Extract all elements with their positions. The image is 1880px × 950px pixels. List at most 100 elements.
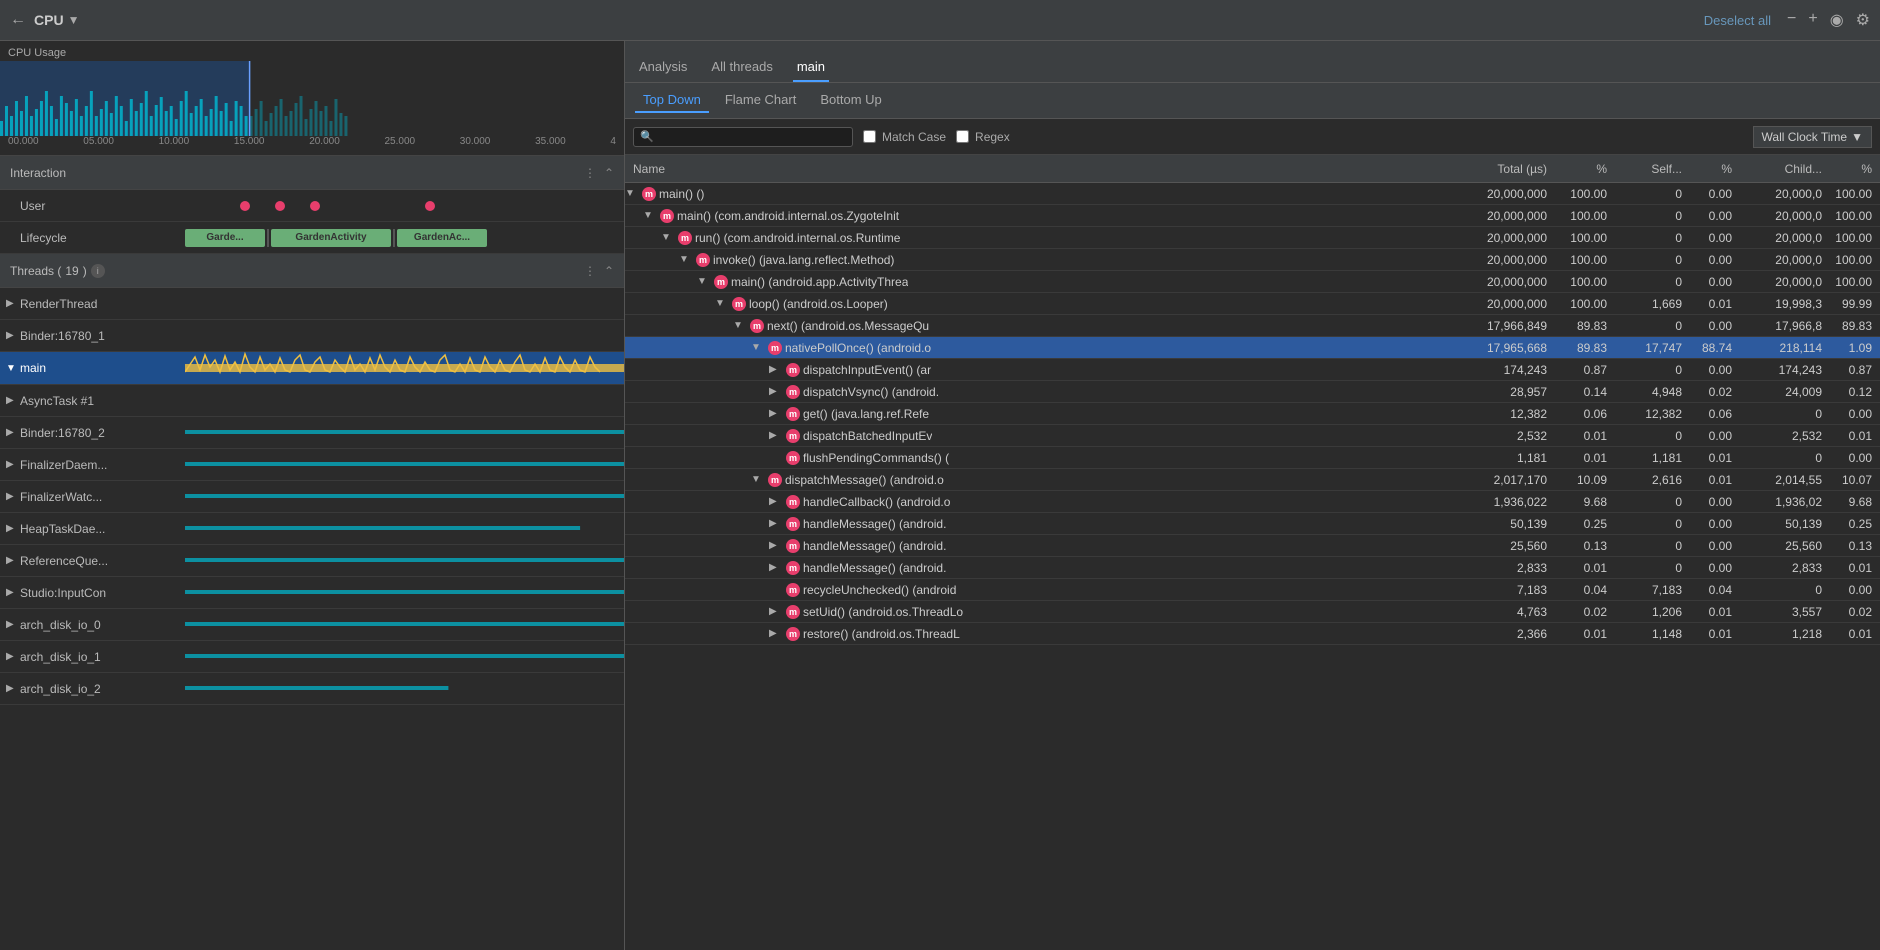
match-case-checkbox[interactable]	[863, 130, 876, 143]
method-icon-20: m	[786, 627, 800, 641]
tree-row-10[interactable]: ▶ m get() (java.lang.ref.Refe 12,382 0.0…	[625, 403, 1880, 425]
tree-row-12[interactable]: m flushPendingCommands() ( 1,181 0.01 1,…	[625, 447, 1880, 469]
thread-item-binder2[interactable]: ▶ Binder:16780_2	[0, 417, 624, 449]
thread-asynctask-expand[interactable]: ▶	[0, 395, 20, 406]
tree-row-20[interactable]: ▶ m restore() (android.os.ThreadL 2,366 …	[625, 623, 1880, 645]
plus-icon[interactable]: +	[1808, 10, 1817, 30]
row-expand-btn-5[interactable]: ▼	[715, 298, 729, 309]
minus-icon[interactable]: −	[1787, 10, 1796, 30]
row-total-8: 174,243	[1455, 363, 1555, 377]
thread-archdisk2-expand[interactable]: ▶	[0, 683, 20, 694]
row-expand-btn-11[interactable]: ▶	[769, 430, 783, 441]
tree-row-7[interactable]: ▼ m nativePollOnce() (android.o 17,965,6…	[625, 337, 1880, 359]
interaction-collapse-icon[interactable]: ⌃	[604, 166, 614, 180]
tab-analysis[interactable]: Analysis	[635, 53, 691, 82]
subtab-flame-chart[interactable]: Flame Chart	[717, 88, 805, 113]
thread-main-expand[interactable]: ▼	[0, 363, 20, 374]
tree-row-4[interactable]: ▼ m main() (android.app.ActivityThrea 20…	[625, 271, 1880, 293]
row-expand-btn-19[interactable]: ▶	[769, 606, 783, 617]
subtab-top-down[interactable]: Top Down	[635, 88, 709, 113]
search-input-wrap[interactable]: 🔍	[633, 127, 853, 147]
row-expand-btn-2[interactable]: ▼	[661, 232, 675, 243]
row-expand-btn-3[interactable]: ▼	[679, 254, 693, 265]
tree-row-1[interactable]: ▼ m main() (com.android.internal.os.Zygo…	[625, 205, 1880, 227]
row-expand-btn-6[interactable]: ▼	[733, 320, 747, 331]
tree-row-0[interactable]: ▼ m main() () 20,000,000 100.00 0 0.00 2…	[625, 183, 1880, 205]
tree-row-17[interactable]: ▶ m handleMessage() (android. 2,833 0.01…	[625, 557, 1880, 579]
subtab-bottom-up[interactable]: Bottom Up	[812, 88, 889, 113]
tree-row-13[interactable]: ▼ m dispatchMessage() (android.o 2,017,1…	[625, 469, 1880, 491]
row-expand-btn-15[interactable]: ▶	[769, 518, 783, 529]
row-expand-btn-18[interactable]	[769, 584, 783, 595]
back-button[interactable]: ←	[10, 11, 26, 29]
row-expand-btn-14[interactable]: ▶	[769, 496, 783, 507]
thread-binder1-expand[interactable]: ▶	[0, 330, 20, 341]
tree-row-3[interactable]: ▼ m invoke() (java.lang.reflect.Method) …	[625, 249, 1880, 271]
row-expand-btn-10[interactable]: ▶	[769, 408, 783, 419]
method-icon-9: m	[786, 385, 800, 399]
row-expand-btn-4[interactable]: ▼	[697, 276, 711, 287]
tree-row-2[interactable]: ▼ m run() (com.android.internal.os.Runti…	[625, 227, 1880, 249]
row-expand-btn-9[interactable]: ▶	[769, 386, 783, 397]
thread-item-renderthread[interactable]: ▶ RenderThread	[0, 288, 624, 320]
thread-item-archdisk2[interactable]: ▶ arch_disk_io_2	[0, 673, 624, 705]
thread-item-referenceque[interactable]: ▶ ReferenceQue...	[0, 545, 624, 577]
interaction-menu-icon[interactable]: ⋮	[584, 166, 596, 180]
thread-item-binder1[interactable]: ▶ Binder:16780_1	[0, 320, 624, 352]
threads-menu-icon[interactable]: ⋮	[584, 264, 596, 278]
row-expand-btn-7[interactable]: ▼	[751, 342, 765, 353]
search-input[interactable]	[654, 130, 834, 144]
tree-row-15[interactable]: ▶ m handleMessage() (android. 50,139 0.2…	[625, 513, 1880, 535]
thread-item-studioinputcon[interactable]: ▶ Studio:InputCon	[0, 577, 624, 609]
row-expand-btn-12[interactable]	[769, 452, 783, 463]
row-pct-19: 0.02	[1555, 605, 1615, 619]
thread-item-heaptaskdae[interactable]: ▶ HeapTaskDae...	[0, 513, 624, 545]
regex-checkbox[interactable]	[956, 130, 969, 143]
cpu-dropdown-arrow[interactable]: ▼	[68, 13, 80, 27]
thread-archdisk1-expand[interactable]: ▶	[0, 651, 20, 662]
thread-referenceque-expand[interactable]: ▶	[0, 555, 20, 566]
tab-all-threads[interactable]: All threads	[707, 53, 776, 82]
cpu-label: CPU	[34, 12, 64, 28]
toolbar-icons: − + ◉ ⚙	[1787, 10, 1870, 30]
thread-item-main[interactable]: ▼ main	[0, 352, 624, 385]
settings-icon[interactable]: ⚙	[1856, 10, 1870, 30]
tree-row-8[interactable]: ▶ m dispatchInputEvent() (ar 174,243 0.8…	[625, 359, 1880, 381]
tree-row-14[interactable]: ▶ m handleCallback() (android.o 1,936,02…	[625, 491, 1880, 513]
row-pct-20: 0.01	[1555, 627, 1615, 641]
method-icon-16: m	[786, 539, 800, 553]
thread-item-asynctask[interactable]: ▶ AsyncTask #1	[0, 385, 624, 417]
thread-item-archdisk1[interactable]: ▶ arch_disk_io_1	[0, 641, 624, 673]
tab-main[interactable]: main	[793, 53, 829, 82]
row-expand-btn-8[interactable]: ▶	[769, 364, 783, 375]
tree-row-19[interactable]: ▶ m setUid() (android.os.ThreadLo 4,763 …	[625, 601, 1880, 623]
row-child-16: 25,560	[1740, 539, 1830, 553]
thread-finalizerwatc-expand[interactable]: ▶	[0, 491, 20, 502]
row-expand-btn-13[interactable]: ▼	[751, 474, 765, 485]
threads-label: Threads (	[10, 264, 61, 278]
tree-row-11[interactable]: ▶ m dispatchBatchedInputEv 2,532 0.01 0 …	[625, 425, 1880, 447]
row-expand-btn-17[interactable]: ▶	[769, 562, 783, 573]
tree-row-16[interactable]: ▶ m handleMessage() (android. 25,560 0.1…	[625, 535, 1880, 557]
thread-archdisk0-expand[interactable]: ▶	[0, 619, 20, 630]
thread-item-finalizerdaem[interactable]: ▶ FinalizerDaem...	[0, 449, 624, 481]
deselect-all-button[interactable]: Deselect all	[1704, 13, 1771, 28]
tree-row-18[interactable]: m recycleUnchecked() (android 7,183 0.04…	[625, 579, 1880, 601]
tree-row-5[interactable]: ▼ m loop() (android.os.Looper) 20,000,00…	[625, 293, 1880, 315]
row-expand-btn-16[interactable]: ▶	[769, 540, 783, 551]
row-expand-btn-1[interactable]: ▼	[643, 210, 657, 221]
row-expand-btn-20[interactable]: ▶	[769, 628, 783, 639]
row-expand-btn-0[interactable]: ▼	[625, 188, 639, 199]
tree-row-6[interactable]: ▼ m next() (android.os.MessageQu 17,966,…	[625, 315, 1880, 337]
thread-finalizerdaem-expand[interactable]: ▶	[0, 459, 20, 470]
thread-binder2-expand[interactable]: ▶	[0, 427, 20, 438]
thread-studioinputcon-expand[interactable]: ▶	[0, 587, 20, 598]
thread-item-finalizerwatc[interactable]: ▶ FinalizerWatc...	[0, 481, 624, 513]
thread-renderthread-expand[interactable]: ▶	[0, 298, 20, 309]
thread-heaptaskdae-expand[interactable]: ▶	[0, 523, 20, 534]
thread-item-archdisk0[interactable]: ▶ arch_disk_io_0	[0, 609, 624, 641]
tree-row-9[interactable]: ▶ m dispatchVsync() (android. 28,957 0.1…	[625, 381, 1880, 403]
refresh-icon[interactable]: ◉	[1830, 10, 1844, 30]
threads-collapse-icon[interactable]: ⌃	[604, 264, 614, 278]
wall-clock-dropdown[interactable]: Wall Clock Time ▼	[1753, 126, 1872, 148]
